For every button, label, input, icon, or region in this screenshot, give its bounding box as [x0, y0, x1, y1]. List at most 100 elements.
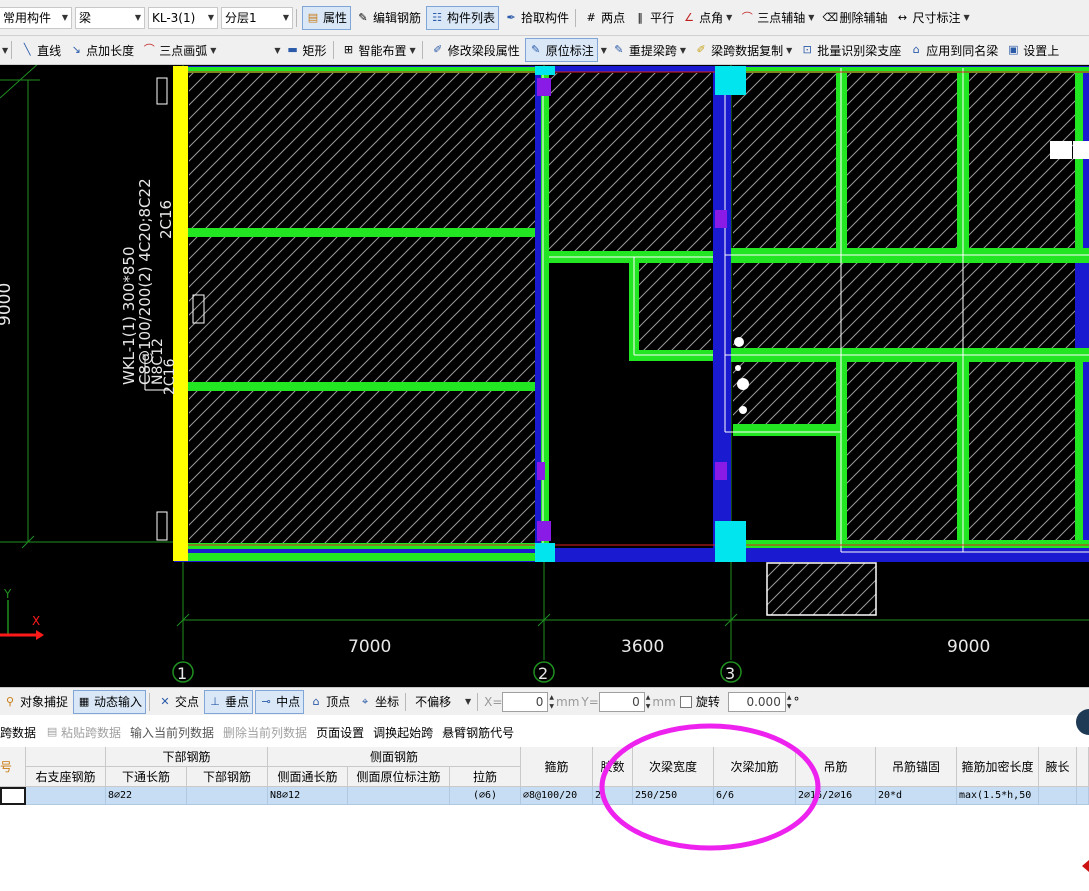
parallel-button[interactable]: ‖ 平行 [630, 6, 677, 30]
delete-axis-button[interactable]: ⌫ 删除辅轴 [819, 6, 890, 30]
in-situ-annotation-button[interactable]: ✎ 原位标注 [524, 38, 598, 62]
y-spinner[interactable]: ▲ ▼ [646, 693, 651, 711]
column-purple [537, 462, 545, 480]
cell-stirrup[interactable]: ⌀8@100/20 [521, 787, 593, 805]
cell-span-no[interactable] [0, 787, 26, 805]
component-group-select[interactable]: 常用构件 ▼ [0, 6, 72, 29]
cell-hanger[interactable]: 2⌀16/2⌀16 [796, 787, 876, 805]
cell-bottom-through[interactable]: 8⌀22 [106, 787, 187, 805]
apply-same-name-button[interactable]: ⌂ 应用到同名梁 [906, 38, 1001, 62]
offset-mode-select[interactable]: 不偏移 ▼ [412, 691, 474, 713]
header-side-in-situ-label: 侧面原位标注筋 [356, 770, 441, 784]
swap-start-span-button[interactable]: 调换起始跨 [373, 724, 433, 741]
modify-segment-label: 修改梁段属性 [447, 43, 520, 58]
header-secondary-add[interactable]: 次梁加筋 [714, 747, 796, 787]
header-hanger-anchor[interactable]: 吊筋锚固 [876, 747, 957, 787]
pick-component-button[interactable]: ✒ 拾取构件 [501, 6, 572, 30]
header-legs[interactable]: 肢数 [593, 747, 633, 787]
perpendicular-snap-button[interactable]: ⊥ 垂点 [204, 689, 254, 714]
dimension-button[interactable]: ↔ 尺寸标注 ▼ [892, 6, 972, 30]
cell-bottom[interactable] [187, 787, 268, 805]
header-span-no[interactable]: 跨号 [0, 747, 26, 787]
cell-dense-length[interactable]: max(1.5*h,50 [957, 787, 1039, 805]
line-button[interactable]: ╲ 直线 [17, 38, 64, 62]
header-secondary-width[interactable]: 次梁宽度 [633, 747, 714, 787]
cell-legs[interactable]: 2 [593, 787, 633, 805]
y-coordinate-input[interactable]: 0 [598, 691, 645, 712]
ucs-x-label: X [32, 614, 40, 628]
header-hanger[interactable]: 吊筋 [796, 747, 876, 787]
cell-secondary-add[interactable]: 6/6 [714, 787, 796, 805]
point-length-button[interactable]: ↘ 点加长度 [66, 38, 137, 62]
header-tie[interactable]: 拉筋 [450, 767, 521, 787]
cell-hanger-anchor[interactable]: 20*d [876, 787, 957, 805]
component-type-select[interactable]: 梁 ▼ [75, 6, 145, 29]
copy-span-data-button[interactable]: ✐ 梁跨数据复制 ▼ [691, 38, 795, 62]
drawing-canvas[interactable]: 2C16 WKL-1(1) 300*850 C8@100/200(2) 4C20… [0, 65, 1089, 687]
cell-secondary-width[interactable]: 250/250 [633, 787, 714, 805]
midpoint-snap-button[interactable]: ⊸ 中点 [255, 689, 305, 714]
three-point-arc-button[interactable]: ⌒ 三点画弧 ▼ [139, 38, 219, 62]
paste-span-data-button[interactable]: 粘贴跨数据 [61, 724, 121, 741]
intersection-snap-button[interactable]: ✕ 交点 [155, 690, 202, 714]
point-angle-button[interactable]: ∠ 点角 ▼ [679, 6, 735, 30]
properties-button[interactable]: ▤ 属性 [302, 5, 352, 30]
dynamic-input-button[interactable]: ▦ 动态输入 [73, 689, 147, 714]
cell-haunch[interactable] [1039, 787, 1077, 805]
chevron-down-icon[interactable]: ▼ [601, 46, 607, 55]
cell-side-in-situ[interactable] [348, 787, 450, 805]
delete-column-data-button[interactable]: 删除当前列数据 [223, 724, 307, 741]
batch-identify-button[interactable]: ⊡ 批量识别梁支座 [797, 38, 904, 62]
apply-same-icon: ⌂ [912, 43, 920, 56]
chevron-down-icon[interactable]: ▼ [274, 46, 280, 55]
cell-next[interactable] [1077, 787, 1089, 805]
header-dense-length[interactable]: 箍筋加密长度 [957, 747, 1039, 787]
component-list-button[interactable]: ☷ 构件列表 [426, 5, 500, 30]
slab-hatch [847, 73, 957, 248]
rotate-angle-input[interactable]: 0.000 [727, 691, 786, 712]
axis-label-2: 2 [538, 664, 548, 683]
cantilever-rebar-code-button[interactable]: 悬臂钢筋代号 [442, 724, 514, 741]
layer-select[interactable]: 分层1 ▼ [221, 6, 293, 29]
header-side-through[interactable]: 侧面通长筋 [268, 767, 348, 787]
cell-side-through[interactable]: N8⌀12 [268, 787, 348, 805]
component-name-select[interactable]: KL-3(1) ▼ [148, 6, 218, 29]
rectangle-label: 矩形 [302, 43, 327, 58]
cell-stirrup-value: ⌀8@100/20 [523, 790, 578, 801]
modify-segment-button[interactable]: ✐ 修改梁段属性 [428, 38, 523, 62]
cell-right-support[interactable] [26, 787, 106, 805]
drawing-svg[interactable]: 2C16 WKL-1(1) 300*850 C8@100/200(2) 4C20… [0, 65, 1089, 687]
set-top-button[interactable]: ▣ 设置上 [1003, 38, 1062, 62]
coordinate-snap-button[interactable]: ⌖ 坐标 [355, 690, 402, 714]
header-right-support[interactable]: 右支座钢筋 [26, 767, 106, 787]
rotate-spinner[interactable]: ▲ ▼ [787, 693, 792, 711]
header-next[interactable] [1077, 747, 1089, 787]
object-snap-button[interactable]: ⚲ 对象捕捉 [0, 690, 71, 714]
header-bottom-through[interactable]: 下通长筋 [106, 767, 187, 787]
header-haunch-label: 腋长 [1045, 760, 1070, 774]
smart-layout-button[interactable]: ⊞ 智能布置 ▼ [339, 38, 419, 62]
degree-label: ° [793, 694, 800, 709]
page-setup-button[interactable]: 页面设置 [316, 724, 364, 741]
chevron-down-icon[interactable]: ▼ [2, 46, 8, 55]
rectangle-button[interactable]: ▬ 矩形 [283, 38, 330, 62]
rotate-checkbox[interactable] [679, 695, 692, 708]
edit-rebar-button[interactable]: ✎ 编辑钢筋 [353, 6, 424, 30]
header-stirrup[interactable]: 箍筋 [521, 747, 593, 787]
copy-span-data-button[interactable]: 跨数据 [0, 724, 36, 741]
beam-blue [713, 66, 731, 562]
vertex-snap-button[interactable]: ⌂ 顶点 [306, 690, 353, 714]
outline-rect [156, 511, 168, 541]
beam-annotation: 2C16 WKL-1(1) 300*850 C8@100/200(2) 4C20… [0, 178, 178, 395]
cell-tie[interactable]: (⌀6) [450, 787, 521, 805]
reextract-span-button[interactable]: ✎ 重提梁跨 ▼ [609, 38, 689, 62]
input-column-data-button[interactable]: 输入当前列数据 [130, 724, 214, 741]
three-point-axis-button[interactable]: ⌒ 三点辅轴 ▼ [737, 6, 817, 30]
x-spinner[interactable]: ▲ ▼ [549, 693, 554, 711]
header-bottom[interactable]: 下部钢筋 [187, 767, 268, 787]
two-points-button[interactable]: # 两点 [581, 6, 628, 30]
header-haunch[interactable]: 腋长 [1039, 747, 1077, 787]
header-side-in-situ[interactable]: 侧面原位标注筋 [348, 767, 450, 787]
x-coordinate-input[interactable]: 0 [502, 691, 549, 712]
column-purple [537, 521, 551, 541]
